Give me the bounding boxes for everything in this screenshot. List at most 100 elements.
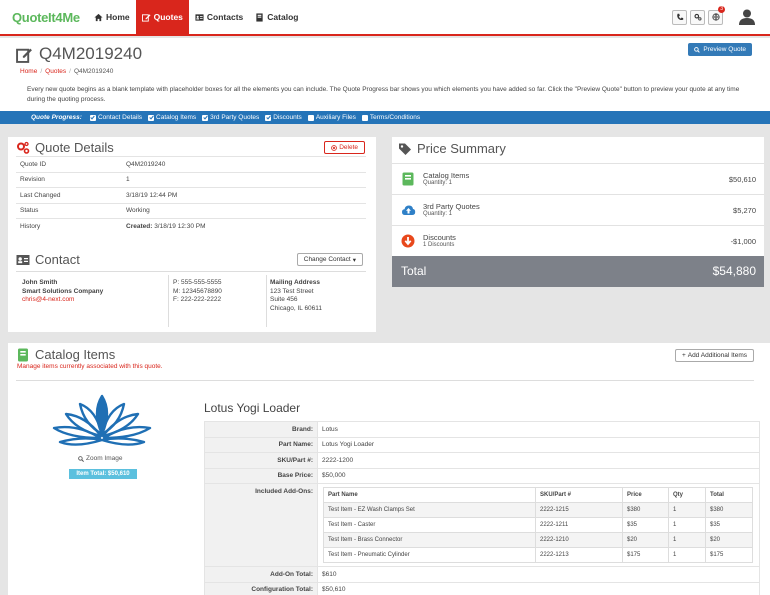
price-row-third-party-quotes[interactable]: 3rd Party Quotes Quantity: 1 $5,270: [392, 194, 764, 225]
phone-icon: [676, 13, 683, 20]
spec-value: Part Name SKU/Part # Price Qty Total Tes…: [317, 483, 760, 567]
column-header: Part Name: [323, 487, 536, 503]
history-prefix: Created:: [126, 223, 153, 230]
breadcrumb: Home / Quotes / Q4M2019240: [20, 68, 113, 75]
price-row-discounts[interactable]: Discounts 1 Discounts -$1,000: [392, 225, 764, 256]
globe-icon: [711, 13, 720, 21]
mailing-label: Mailing Address: [270, 279, 320, 286]
book-icon: [402, 172, 414, 186]
addon-cell: $20: [705, 532, 753, 548]
detail-key: Revision: [16, 171, 122, 188]
detail-value: 1: [122, 171, 366, 188]
unchecked-checkbox-icon: [307, 114, 314, 121]
item-total-badge: Item Total: $50,610: [69, 469, 137, 479]
table-row: Last Changed 3/18/19 12:44 PM: [16, 187, 366, 203]
spec-value: Lotus: [317, 421, 760, 438]
gears-icon: [17, 141, 30, 154]
price-row-catalog-items[interactable]: Catalog Items Quantity: 1 $50,610: [392, 163, 764, 194]
table-row: Status Working: [16, 202, 366, 219]
preview-quote-button[interactable]: Preview Quote: [688, 43, 752, 56]
unchecked-checkbox-icon: [361, 114, 368, 121]
table-row: Part Name: Lotus Yogi Loader: [204, 436, 760, 453]
total-label: Total: [401, 264, 427, 278]
contact-email[interactable]: chris@4-next.com: [22, 296, 103, 305]
product-image-lotus[interactable]: [46, 390, 158, 454]
phone-number[interactable]: 12345678890: [182, 288, 222, 295]
app-logo[interactable]: QuoteIt4Me: [0, 0, 88, 34]
search-icon: [694, 46, 701, 53]
progress-step-catalog-items: Catalog Items: [148, 114, 196, 121]
settings-button[interactable]: [690, 9, 705, 25]
column-header: Price: [622, 487, 669, 503]
product-name: Lotus Yogi Loader: [204, 401, 301, 415]
mailing-line: Chicago, IL 60611: [270, 304, 323, 312]
nav-contacts[interactable]: Contacts: [189, 0, 249, 34]
quote-details-title: Quote Details: [16, 140, 114, 155]
nav-quotes-label: Quotes: [153, 12, 183, 22]
product-spec-table: Brand: Lotus Part Name: Lotus Yogi Loader …: [204, 421, 760, 595]
contact-phones: P: 555-555-5555 M: 12345678890 F: 222-22…: [173, 279, 222, 305]
addon-cell: $175: [622, 547, 669, 563]
nav-quotes[interactable]: Quotes: [135, 0, 189, 34]
addon-cell: Test Item - Caster: [323, 517, 536, 533]
divider: [168, 275, 169, 327]
progress-step-contact-details: Contact Details: [89, 114, 142, 121]
detail-key: Status: [16, 202, 122, 219]
addon-cell: 1: [668, 532, 706, 548]
breadcrumb-home[interactable]: Home: [20, 68, 37, 75]
history-value: 3/18/19 12:30 PM: [154, 223, 206, 230]
progress-step-label: Discounts: [273, 114, 302, 121]
tag-icon: [399, 143, 411, 155]
detail-value: Q4M2019240: [122, 156, 366, 172]
addon-cell: $380: [705, 502, 753, 518]
detail-key: Last Changed: [16, 187, 122, 203]
divider: [266, 275, 267, 327]
notifications-button[interactable]: 3: [708, 5, 725, 25]
nav-home-label: Home: [106, 12, 130, 22]
progress-step-terms-conditions: Terms/Conditions: [361, 114, 421, 121]
checked-checkbox-icon: [202, 114, 209, 121]
column-header: SKU/Part #: [535, 487, 623, 503]
phone-number[interactable]: 555-555-5555: [181, 279, 221, 286]
column-header: Total: [705, 487, 753, 503]
spec-key: Add-On Total:: [204, 566, 318, 583]
price-row-amount: $5,270: [733, 206, 756, 215]
catalog-items-title: Catalog Items: [16, 347, 115, 362]
price-row-sub: 1 Discounts: [423, 242, 455, 248]
delete-label: Delete: [339, 144, 358, 151]
mailing-address: Mailing Address 123 Test Street Suite 45…: [270, 279, 322, 313]
nav-home[interactable]: Home: [88, 0, 136, 34]
arrow-down-circle-icon: [401, 234, 415, 248]
nav-catalog[interactable]: Catalog: [249, 0, 304, 34]
circle-x-icon: [331, 144, 338, 151]
gears-icon: [693, 13, 701, 21]
price-row-amount: $50,610: [728, 175, 756, 184]
add-additional-items-button[interactable]: + Add Additional Items: [674, 349, 754, 362]
book-icon: [256, 12, 263, 22]
progress-step-label: Terms/Conditions: [369, 114, 421, 121]
catalog-items-subtitle: Manage items currently associated with t…: [17, 363, 163, 370]
progress-label: Quote Progress:: [31, 114, 82, 121]
price-row-sub: Quantity: 1: [423, 180, 453, 186]
delete-quote-button[interactable]: Delete: [324, 141, 365, 154]
price-summary-panel: Price Summary Catalog Items Quantity: 1 …: [392, 137, 764, 287]
spec-key: Brand:: [204, 421, 318, 438]
notification-badge: 3: [718, 5, 725, 13]
nav-toolbar: 3: [672, 5, 756, 26]
table-header-row: Part Name SKU/Part # Price Qty Total: [323, 487, 753, 503]
breadcrumb-quotes[interactable]: Quotes: [45, 68, 66, 75]
detail-value: Created: 3/18/19 12:30 PM: [122, 218, 366, 234]
progress-step-label: 3rd Party Quotes: [210, 114, 260, 121]
progress-step-auxiliary-files: Auxiliary Files: [307, 114, 356, 121]
zoom-image-link[interactable]: Zoom Image: [78, 455, 123, 462]
phone-button[interactable]: [672, 9, 687, 25]
user-avatar-icon[interactable]: [738, 8, 756, 26]
table-row: History Created: 3/18/19 12:30 PM: [16, 218, 366, 234]
addon-cell: Test Item - EZ Wash Clamps Set: [323, 502, 536, 518]
change-contact-button[interactable]: Change Contact ▾: [296, 253, 363, 266]
mailing-line: Suite 456: [270, 296, 298, 303]
addon-cell: 1: [668, 547, 706, 563]
checked-checkbox-icon: [89, 114, 96, 121]
search-icon: [78, 455, 84, 462]
breadcrumb-separator: /: [69, 68, 71, 75]
